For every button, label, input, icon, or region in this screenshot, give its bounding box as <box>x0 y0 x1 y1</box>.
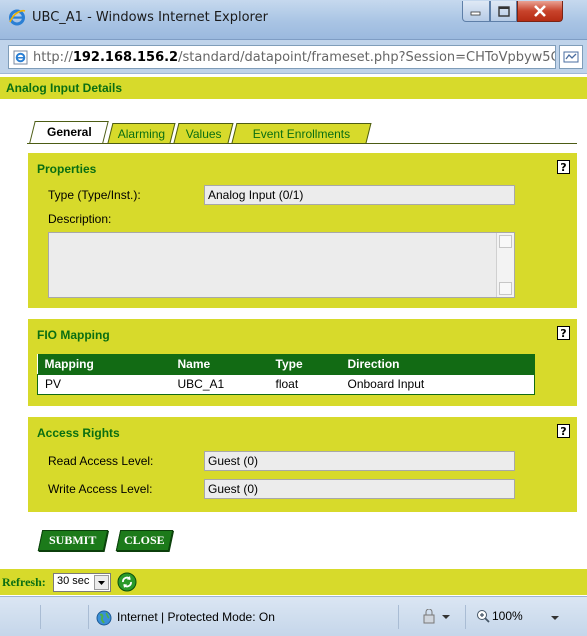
protected-mode-icon[interactable] <box>422 609 452 625</box>
tab-general[interactable]: General <box>29 121 109 143</box>
cell-name: UBC_A1 <box>170 373 269 395</box>
table-row: PV UBC_A1 float Onboard Input <box>37 373 535 395</box>
cell-direction: Onboard Input <box>340 373 535 395</box>
read-access-label: Read Access Level: <box>48 454 154 468</box>
url-text: http://192.168.156.2/standard/datapoint/… <box>33 50 556 65</box>
column-header-mapping: Mapping <box>37 354 171 374</box>
refresh-selected-value: 30 sec <box>57 575 90 587</box>
table-header-row: Mapping Name Type Direction <box>37 354 535 374</box>
page-title: Analog Input Details <box>0 77 587 99</box>
status-separator <box>88 605 89 629</box>
scroll-down-button[interactable] <box>499 282 512 295</box>
internet-explorer-icon <box>9 9 26 26</box>
tab-values[interactable]: Values <box>173 123 234 143</box>
type-label: Type (Type/Inst.): <box>48 188 141 202</box>
maximize-button[interactable] <box>490 1 517 22</box>
chevron-down-icon <box>98 581 105 585</box>
close-button[interactable]: CLOSE <box>115 530 174 551</box>
description-textarea[interactable] <box>48 232 515 298</box>
column-header-direction: Direction <box>340 354 535 374</box>
tab-event-enrollments[interactable]: Event Enrollments <box>231 123 372 143</box>
tab-underline <box>27 143 577 144</box>
tab-alarming[interactable]: Alarming <box>107 123 176 143</box>
column-header-type: Type <box>268 354 341 374</box>
properties-panel: Properties ? Type (Type/Inst.): Analog I… <box>28 153 577 308</box>
status-separator <box>465 605 466 629</box>
fio-mapping-title: FIO Mapping <box>37 328 110 342</box>
cell-type: float <box>268 373 341 395</box>
write-access-field: Guest (0) <box>204 479 515 499</box>
status-separator <box>398 605 399 629</box>
submit-button[interactable]: SUBMIT <box>37 530 109 551</box>
properties-title: Properties <box>37 162 97 176</box>
scroll-up-button[interactable] <box>499 235 512 248</box>
zoom-icon <box>477 610 490 623</box>
access-rights-panel: Access Rights ? Read Access Level: Guest… <box>28 417 577 512</box>
globe-icon <box>96 610 112 626</box>
column-header-name: Name <box>170 354 269 374</box>
window-titlebar: UBC_A1 - Windows Internet Explorer <box>0 0 587 40</box>
compatibility-view-button[interactable] <box>559 45 583 69</box>
minimize-icon <box>470 11 481 16</box>
refresh-bar: Refresh: 30 sec <box>0 569 587 595</box>
page-content: Analog Input Details General Alarming Va… <box>0 75 587 596</box>
fio-help-button[interactable]: ? <box>557 326 570 340</box>
type-field: Analog Input (0/1) <box>204 185 515 205</box>
status-separator <box>40 605 41 629</box>
dropdown-arrow[interactable] <box>94 575 109 590</box>
read-access-field: Guest (0) <box>204 451 515 471</box>
cell-mapping: PV <box>37 373 171 395</box>
security-zone-text: Internet | Protected Mode: On <box>117 610 275 624</box>
minimize-button[interactable] <box>462 1 490 22</box>
description-label: Description: <box>48 212 112 226</box>
window-title: UBC_A1 - Windows Internet Explorer <box>32 10 268 25</box>
description-scrollbar[interactable] <box>496 233 514 297</box>
properties-help-button[interactable]: ? <box>557 160 570 174</box>
page-icon <box>13 50 28 65</box>
status-bar: Internet | Protected Mode: On 100% <box>0 596 587 636</box>
url-field[interactable]: http://192.168.156.2/standard/datapoint/… <box>8 45 556 69</box>
zoom-dropdown-icon[interactable] <box>550 615 560 621</box>
access-rights-title: Access Rights <box>37 426 120 440</box>
write-access-label: Write Access Level: <box>48 482 153 496</box>
fio-mapping-table: Mapping Name Type Direction PV UBC_A1 fl… <box>37 354 535 395</box>
refresh-label: Refresh: <box>2 575 46 589</box>
access-help-button[interactable]: ? <box>557 424 570 438</box>
fio-mapping-panel: FIO Mapping ? Mapping Name Type Directio… <box>28 319 577 406</box>
refresh-interval-select[interactable]: 30 sec <box>53 573 111 592</box>
compatibility-view-icon <box>563 51 579 63</box>
zoom-level[interactable]: 100% <box>492 609 523 623</box>
maximize-icon <box>497 5 510 17</box>
address-bar: http://192.168.156.2/standard/datapoint/… <box>0 40 587 74</box>
close-icon <box>534 5 546 17</box>
refresh-icon[interactable] <box>117 572 137 592</box>
close-window-button[interactable] <box>517 1 563 22</box>
